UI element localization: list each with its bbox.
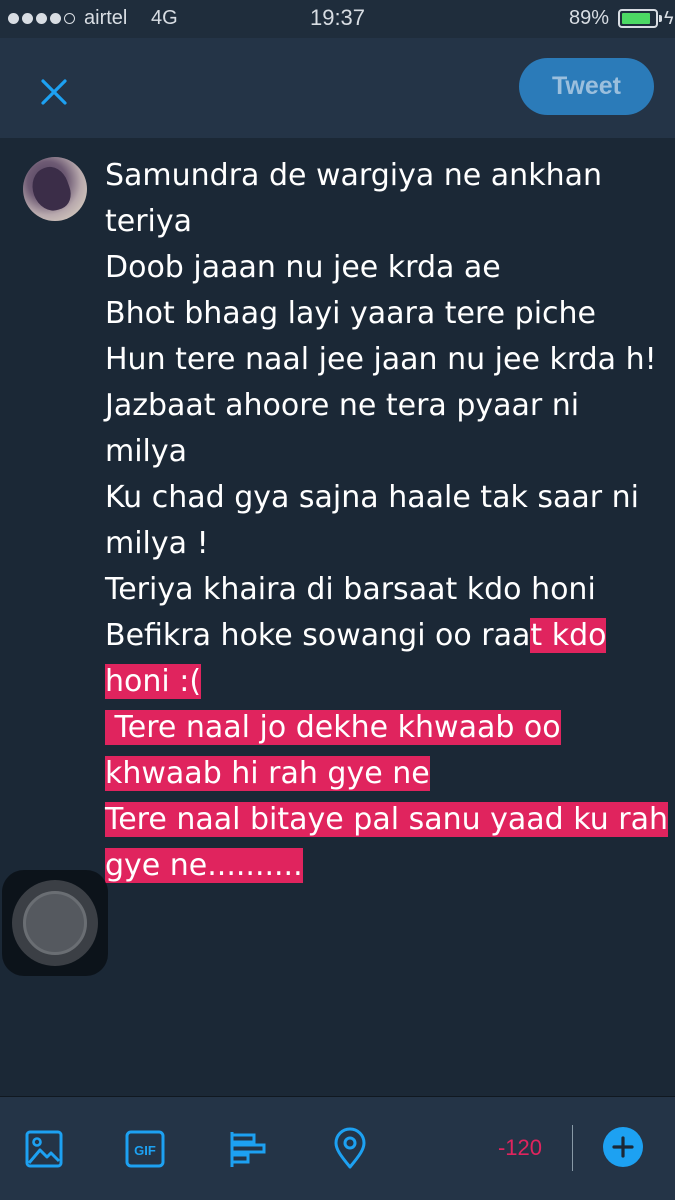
add-photo-button[interactable]: [22, 1127, 66, 1171]
compose-line: khwaab hi rah gye ne: [105, 751, 665, 797]
tweet-compose-field[interactable]: Samundra de wargiya ne ankhan teriya Doo…: [105, 153, 668, 889]
compose-line: Samundra de wargiya ne ankhan: [105, 158, 602, 193]
compose-line: Tere naal jo dekhe khwaab oo: [105, 705, 665, 751]
assistive-touch-core: [23, 891, 87, 955]
compose-line: Jazbaat ahoore ne tera pyaar ni: [105, 388, 580, 423]
avatar: [23, 157, 87, 221]
compose-toolbar: GIF -120: [0, 1096, 675, 1200]
compose-line: Doob jaaan nu jee krda ae: [105, 250, 501, 285]
close-button[interactable]: [34, 72, 74, 112]
gif-label: GIF: [134, 1143, 156, 1158]
compose-line: Bhot bhaag layi yaara tere piche: [105, 296, 597, 331]
location-icon: [334, 1127, 366, 1169]
compose-line: Tere naal bitaye pal sanu yaad ku rah: [105, 797, 668, 843]
poll-icon: [230, 1132, 266, 1167]
selected-text: Tere naal jo dekhe khwaab oo: [105, 710, 561, 745]
compose-line: honi :(: [105, 659, 665, 705]
tweet-button[interactable]: Tweet: [519, 58, 654, 115]
compose-line: gye ne..........: [105, 843, 665, 889]
add-icon: [612, 1136, 634, 1158]
selected-text: honi :(: [105, 664, 202, 699]
compose-line: teriya: [105, 204, 193, 239]
battery-icon: [618, 9, 658, 28]
compose-line: milya: [105, 434, 188, 469]
status-bar: airtel 4G 19:37 89% ϟ: [0, 0, 675, 38]
compose-header: Tweet: [0, 38, 675, 138]
compose-line: Hun tere naal jee jaan nu jee krda h!: [105, 342, 657, 377]
close-icon: [41, 79, 67, 105]
selected-text: gye ne..........: [105, 848, 303, 883]
charging-icon: ϟ: [664, 8, 674, 28]
character-counter: -120: [497, 1135, 543, 1160]
add-tweet-button[interactable]: [603, 1127, 643, 1167]
gif-icon: GIF: [125, 1130, 165, 1168]
battery-tip: [659, 15, 662, 22]
add-location-button[interactable]: [328, 1127, 372, 1171]
add-poll-button[interactable]: [226, 1127, 270, 1171]
compose-line: Ku chad gya sajna haale tak saar ni: [105, 480, 639, 515]
compose-line: Teriya khaira di barsaat kdo honi: [105, 572, 596, 607]
selected-text: khwaab hi rah gye ne: [105, 756, 430, 791]
toolbar-divider: [572, 1125, 573, 1171]
selected-text: t kdo: [530, 618, 607, 653]
add-gif-button[interactable]: GIF: [123, 1127, 167, 1171]
compose-line: Befikra hoke sowangi oo raat kdo: [105, 613, 665, 659]
image-icon: [25, 1130, 63, 1168]
assistive-touch-button[interactable]: [2, 870, 108, 976]
selected-text: Tere naal bitaye pal sanu yaad ku rah: [105, 802, 668, 837]
compose-line: milya !: [105, 526, 209, 561]
unselected-text: Befikra hoke sowangi oo raa: [105, 618, 531, 653]
battery-percent: 89%: [569, 7, 610, 29]
